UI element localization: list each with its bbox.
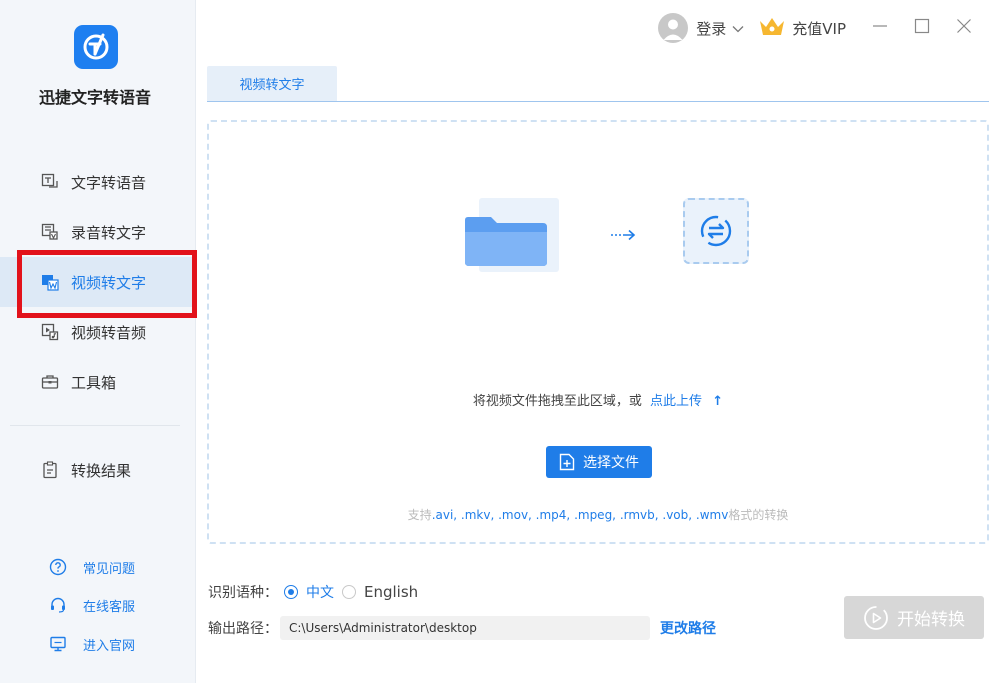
choose-file-label: 选择文件 [583,455,639,471]
file-drop-zone[interactable]: 将视频文件拖拽至此区域，或 点此上传 ↑ 选择文件 支持.avi, .mkv, … [207,120,989,544]
drop-hint: 将视频文件拖拽至此区域，或 点此上传 ↑ [209,390,987,409]
close-button[interactable] [950,14,978,42]
arrow-right-icon [611,229,636,241]
convert-icon [700,215,732,247]
add-file-icon [559,453,575,471]
convert-target-box [683,198,749,264]
login-dropdown[interactable]: 登录 [696,18,744,39]
option-english-label[interactable]: English [364,583,418,601]
output-path-setting: 输出路径： 更改路径 [208,616,716,640]
close-icon [956,18,972,38]
language-label: 识别语种： [208,585,278,601]
start-convert-button[interactable]: 开始转换 [844,596,984,639]
faq-link[interactable]: 常见问题 [48,555,135,579]
output-path-label: 输出路径： [208,621,278,637]
option-chinese-label[interactable]: 中文 [306,582,334,602]
drop-hint-text: 将视频文件拖拽至此区域，或 [472,394,642,409]
change-path-button[interactable]: 更改路径 [660,618,716,638]
user-avatar-icon[interactable] [658,13,689,43]
website-icon [48,634,68,654]
app-logo [74,25,118,69]
recording-to-text-icon [40,222,60,242]
upload-arrow-icon[interactable]: ↑ [712,394,723,409]
sidebar-item-label: 视频转文字 [71,273,147,292]
formats-prefix: 支持 [407,508,432,522]
sidebar-item-label: 录音转文字 [71,223,147,242]
minimize-icon [872,18,888,38]
maximize-icon [914,18,930,38]
minimize-button[interactable] [866,14,894,42]
sidebar-item-label: 工具箱 [71,373,117,392]
title-bar: 登录 充值VIP [658,10,978,46]
sidebar-item-video-to-audio[interactable]: 视频转音频 [0,307,196,357]
headset-icon [48,595,68,615]
play-circle-icon [863,605,889,631]
tab-video-to-text[interactable]: 视频转文字 [207,66,337,101]
sidebar-item-recording-to-text[interactable]: 录音转文字 [0,207,196,257]
formats-suffix: 格式的转换 [728,508,789,522]
supported-formats: 支持.avi, .mkv, .mov, .mp4, .mpeg, .rmvb, … [209,506,987,523]
text-to-speech-icon [40,172,60,192]
sidebar-item-label: 转换结果 [71,461,132,480]
maximize-button[interactable] [908,14,936,42]
online-support-link[interactable]: 在线客服 [48,593,135,617]
website-label: 进入官网 [83,638,136,654]
website-link[interactable]: 进入官网 [48,632,135,656]
radio-english[interactable] [342,585,356,599]
app-title: 迅捷文字转语音 [38,88,151,107]
start-convert-label: 开始转换 [897,610,965,630]
results-icon [40,460,60,480]
sidebar-divider [10,425,180,426]
formats-extensions: .avi, .mkv, .mov, .mp4, .mpeg, .rmvb, .v… [431,508,729,522]
sidebar-item-toolbox[interactable]: 工具箱 [0,357,196,407]
crown-icon [758,15,786,41]
recharge-vip-label: 充值VIP [792,19,846,38]
radio-chinese[interactable] [284,585,298,599]
video-to-text-icon [40,272,60,292]
recharge-vip-button[interactable]: 充值VIP [758,15,846,41]
choose-file-button[interactable]: 选择文件 [546,446,652,478]
tab-underline [207,101,989,102]
login-label: 登录 [696,19,727,38]
sidebar-item-video-to-text[interactable]: 视频转文字 [0,257,196,307]
question-icon [48,557,68,577]
video-to-audio-icon [40,322,60,342]
sidebar-item-label: 视频转音频 [71,323,147,342]
folder-illustration [463,198,559,272]
chevron-down-icon [732,19,744,37]
toolbox-icon [40,372,60,392]
faq-label: 常见问题 [83,561,136,577]
output-path-field[interactable] [280,616,650,640]
sidebar-item-results[interactable]: 转换结果 [0,445,196,495]
language-setting: 识别语种： 中文 English [208,582,418,602]
upload-link[interactable]: 点此上传 [650,394,702,409]
sidebar: 迅捷文字转语音 文字转语音 录音转文字 视频转文字 视频转音频 工具箱 转换结果… [0,0,196,683]
online-support-label: 在线客服 [83,599,136,615]
sidebar-item-label: 文字转语音 [71,173,147,192]
sidebar-item-text-to-speech[interactable]: 文字转语音 [0,157,196,207]
folder-icon [465,217,547,266]
